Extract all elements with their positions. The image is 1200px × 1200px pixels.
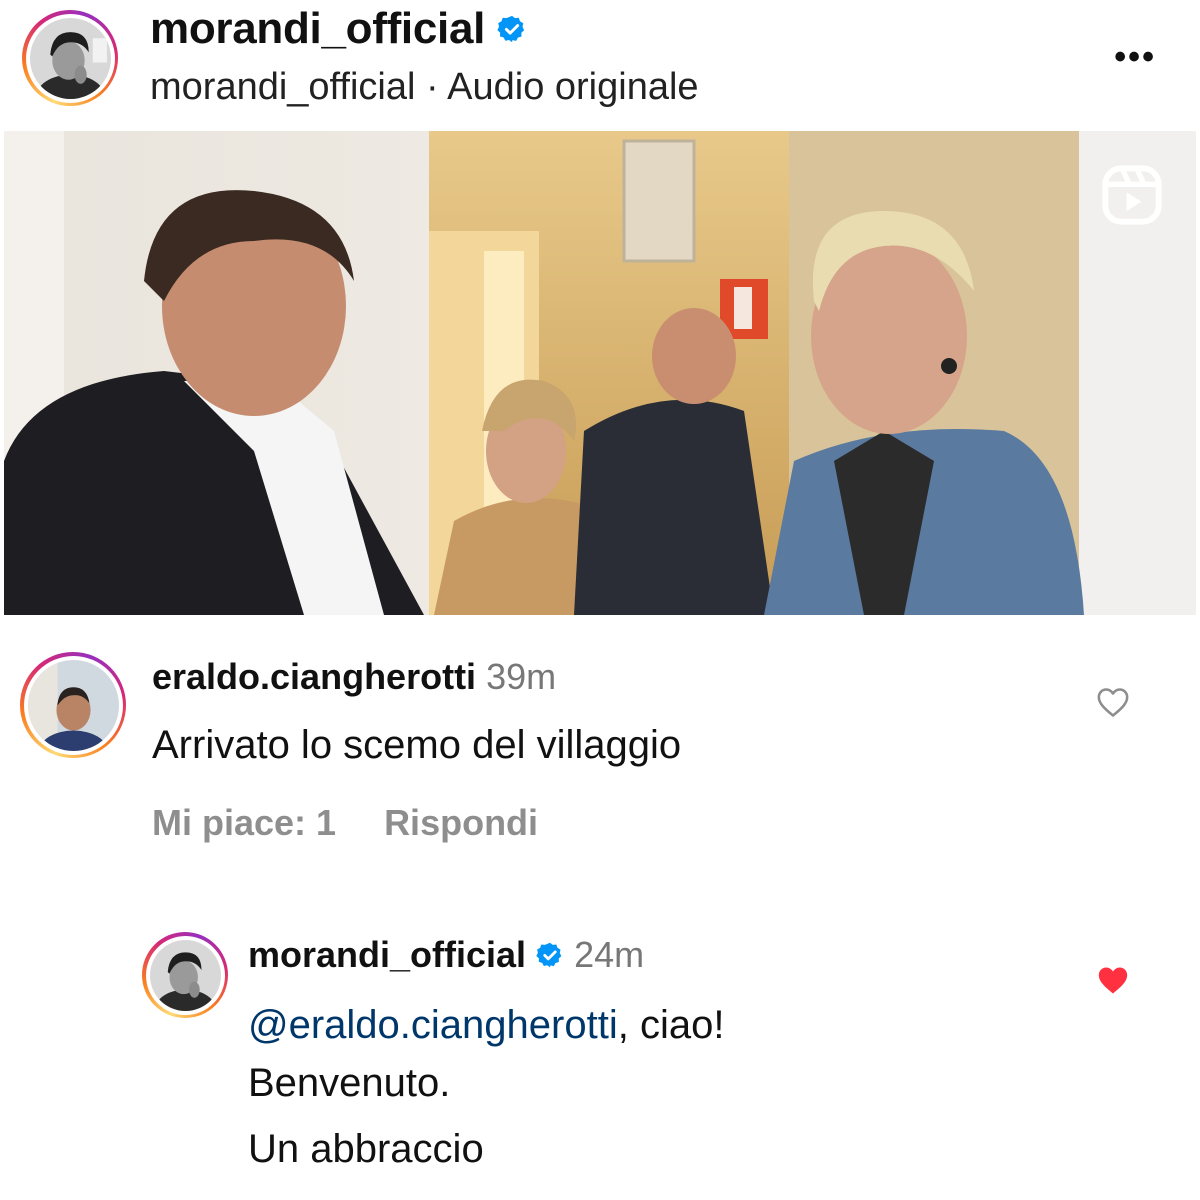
reel-icon xyxy=(1100,163,1164,227)
verified-badge-icon xyxy=(497,14,527,44)
post-author-name-row[interactable]: morandi_official xyxy=(150,4,527,54)
reply-line-2: Benvenuto. xyxy=(248,1061,451,1105)
reply-time: 24m xyxy=(574,934,645,975)
reply-line-1: @eraldo.ciangherotti, ciao! xyxy=(248,996,724,1054)
reply-author-avatar[interactable] xyxy=(142,932,228,1018)
reply-text: @eraldo.ciangherotti, ciao! Benvenuto. U… xyxy=(248,996,724,1178)
reply-header: morandi_official 24m xyxy=(248,934,644,976)
reply-button[interactable]: Rispondi xyxy=(384,802,538,844)
post-subtitle: morandi_official · Audio originale xyxy=(150,66,699,109)
comment-time: 39m xyxy=(486,656,557,697)
post-author-name[interactable]: morandi_official xyxy=(150,4,485,54)
audio-link[interactable]: Audio originale xyxy=(447,66,698,108)
reel-video[interactable] xyxy=(4,131,1196,615)
post-author-avatar[interactable] xyxy=(22,10,118,106)
comment-text: Arrivato lo scemo del villaggio xyxy=(152,723,682,767)
reply-line-1-rest: , ciao! xyxy=(617,1003,725,1047)
comment-username[interactable]: eraldo.ciangherotti xyxy=(152,656,476,698)
reply-line-3: Un abbraccio xyxy=(248,1127,484,1171)
mention-link[interactable]: @eraldo.ciangherotti xyxy=(248,1003,618,1047)
comment-actions: Mi piace: 1 Rispondi xyxy=(152,802,538,844)
comment-likes-count[interactable]: Mi piace: 1 xyxy=(152,802,336,844)
reply-username[interactable]: morandi_official xyxy=(248,934,526,976)
heart-filled-icon[interactable] xyxy=(1096,964,1130,996)
more-options-button[interactable]: ••• xyxy=(1114,40,1156,74)
heart-outline-icon[interactable] xyxy=(1096,686,1130,718)
verified-badge-icon xyxy=(536,941,564,969)
subtitle-separator: · xyxy=(426,66,439,108)
commenter-avatar[interactable] xyxy=(20,652,126,758)
subtitle-username[interactable]: morandi_official xyxy=(150,66,415,108)
comment-header: eraldo.ciangherotti 39m xyxy=(152,656,556,698)
